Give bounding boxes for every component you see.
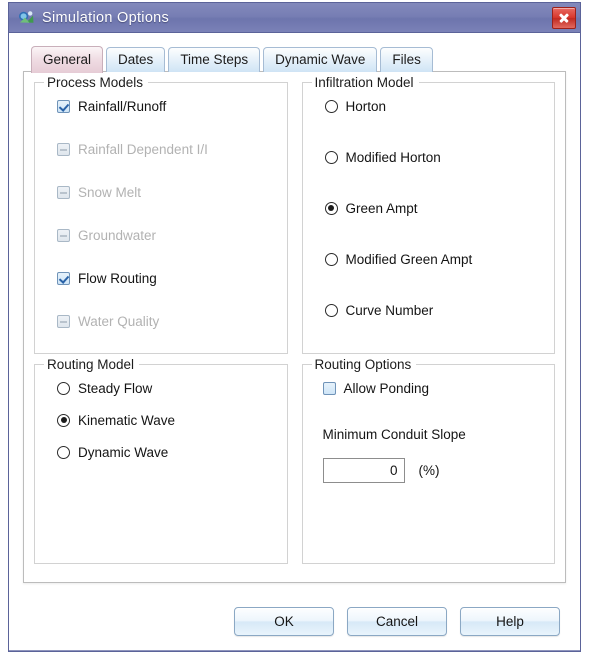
radio-unselected-icon	[324, 99, 338, 113]
radio-selected-icon	[57, 413, 70, 427]
checkbox-rainfall-runoff[interactable]: Rainfall/Runoff	[57, 97, 277, 115]
process-models-list: Rainfall/Runoff Rainfall Dependent I/I S…	[47, 97, 277, 330]
checkbox-disabled-icon	[57, 142, 70, 156]
radio-unselected-icon	[57, 445, 70, 459]
group-title-routing-model: Routing Model	[44, 357, 140, 372]
help-button[interactable]: Help	[460, 607, 560, 636]
checkbox-allow-ponding[interactable]: Allow Ponding	[322, 379, 545, 397]
group-title-infiltration-model: Infiltration Model	[311, 75, 419, 90]
radio-steady-flow[interactable]: Steady Flow	[57, 379, 277, 397]
simulation-options-dialog: Simulation Options General Dates Time St…	[8, 2, 581, 652]
radio-unselected-icon	[324, 150, 338, 164]
checkbox-label: Flow Routing	[78, 270, 157, 286]
radio-dynamic-wave[interactable]: Dynamic Wave	[57, 443, 277, 461]
radio-unselected-icon	[57, 381, 70, 395]
tab-panel-general: Process Models Rainfall/Runoff Rainfall …	[23, 71, 566, 583]
radio-label: Curve Number	[345, 302, 434, 318]
dialog-body: General Dates Time Steps Dynamic Wave Fi…	[9, 33, 580, 650]
checkbox-snow-melt: Snow Melt	[57, 183, 277, 201]
radio-unselected-icon	[324, 252, 338, 266]
radio-label: Dynamic Wave	[78, 444, 169, 460]
radio-label: Modified Horton	[345, 149, 441, 165]
tab-dates[interactable]: Dates	[106, 47, 166, 72]
radio-label: Steady Flow	[78, 380, 153, 396]
tab-general[interactable]: General	[31, 46, 104, 73]
checkbox-disabled-icon	[57, 185, 70, 199]
checkbox-groundwater: Groundwater	[57, 226, 277, 244]
checkbox-rainfall-dependent-ii: Rainfall Dependent I/I	[57, 140, 277, 158]
radio-modified-green-ampt[interactable]: Modified Green Ampt	[324, 250, 545, 268]
group-title-routing-options: Routing Options	[311, 357, 417, 372]
close-icon[interactable]	[552, 6, 576, 29]
min-conduit-slope-row: (%)	[322, 458, 545, 483]
checkbox-label: Rainfall/Runoff	[78, 98, 167, 114]
checkbox-disabled-icon	[57, 314, 70, 328]
radio-horton[interactable]: Horton	[324, 97, 545, 115]
radio-green-ampt[interactable]: Green Ampt	[324, 199, 545, 217]
tab-files[interactable]: Files	[380, 47, 433, 72]
group-infiltration-model: Infiltration Model Horton Modified Horto…	[301, 75, 555, 354]
title-bar: Simulation Options	[9, 3, 580, 33]
tab-dynamic-wave[interactable]: Dynamic Wave	[263, 47, 378, 72]
tab-strip: General Dates Time Steps Dynamic Wave Fi…	[23, 45, 566, 73]
min-conduit-slope-unit: (%)	[418, 463, 440, 478]
group-routing-options: Routing Options Allow Ponding Minimum Co…	[301, 357, 555, 564]
checkbox-disabled-icon	[57, 228, 70, 242]
radio-modified-horton[interactable]: Modified Horton	[324, 148, 545, 166]
checkbox-label: Water Quality	[78, 313, 160, 329]
checkbox-label: Groundwater	[78, 227, 157, 243]
radio-label: Green Ampt	[345, 200, 418, 216]
checkbox-checked-icon	[57, 99, 70, 113]
checkbox-unchecked-icon	[322, 381, 336, 395]
dialog-footer: OK Cancel Help	[9, 607, 580, 636]
window-title: Simulation Options	[42, 9, 170, 26]
checkbox-water-quality: Water Quality	[57, 312, 277, 330]
min-conduit-slope-input[interactable]	[322, 458, 405, 483]
group-process-models: Process Models Rainfall/Runoff Rainfall …	[34, 75, 288, 354]
radio-label: Modified Green Ampt	[345, 251, 473, 267]
radio-label: Kinematic Wave	[78, 412, 176, 428]
radio-selected-icon	[324, 201, 338, 215]
swmm-droplet-icon	[17, 9, 35, 27]
group-routing-model: Routing Model Steady Flow Kinematic Wave	[34, 357, 288, 564]
checkbox-label: Rainfall Dependent I/I	[78, 141, 208, 157]
checkbox-flow-routing[interactable]: Flow Routing	[57, 269, 277, 287]
min-conduit-slope-label: Minimum Conduit Slope	[322, 427, 466, 442]
infiltration-model-list: Horton Modified Horton Green Ampt Modifi…	[315, 97, 545, 319]
checkbox-label: Allow Ponding	[343, 380, 430, 396]
radio-label: Horton	[345, 98, 387, 114]
radio-unselected-icon	[324, 303, 338, 317]
radio-curve-number[interactable]: Curve Number	[324, 301, 545, 319]
tab-time-steps[interactable]: Time Steps	[168, 47, 261, 72]
routing-model-list: Steady Flow Kinematic Wave Dynamic Wave	[47, 379, 277, 461]
cancel-button[interactable]: Cancel	[347, 607, 447, 636]
ok-button[interactable]: OK	[234, 607, 334, 636]
radio-kinematic-wave[interactable]: Kinematic Wave	[57, 411, 277, 429]
checkbox-checked-icon	[57, 271, 70, 285]
group-title-process-models: Process Models	[44, 75, 149, 90]
checkbox-label: Snow Melt	[78, 184, 142, 200]
